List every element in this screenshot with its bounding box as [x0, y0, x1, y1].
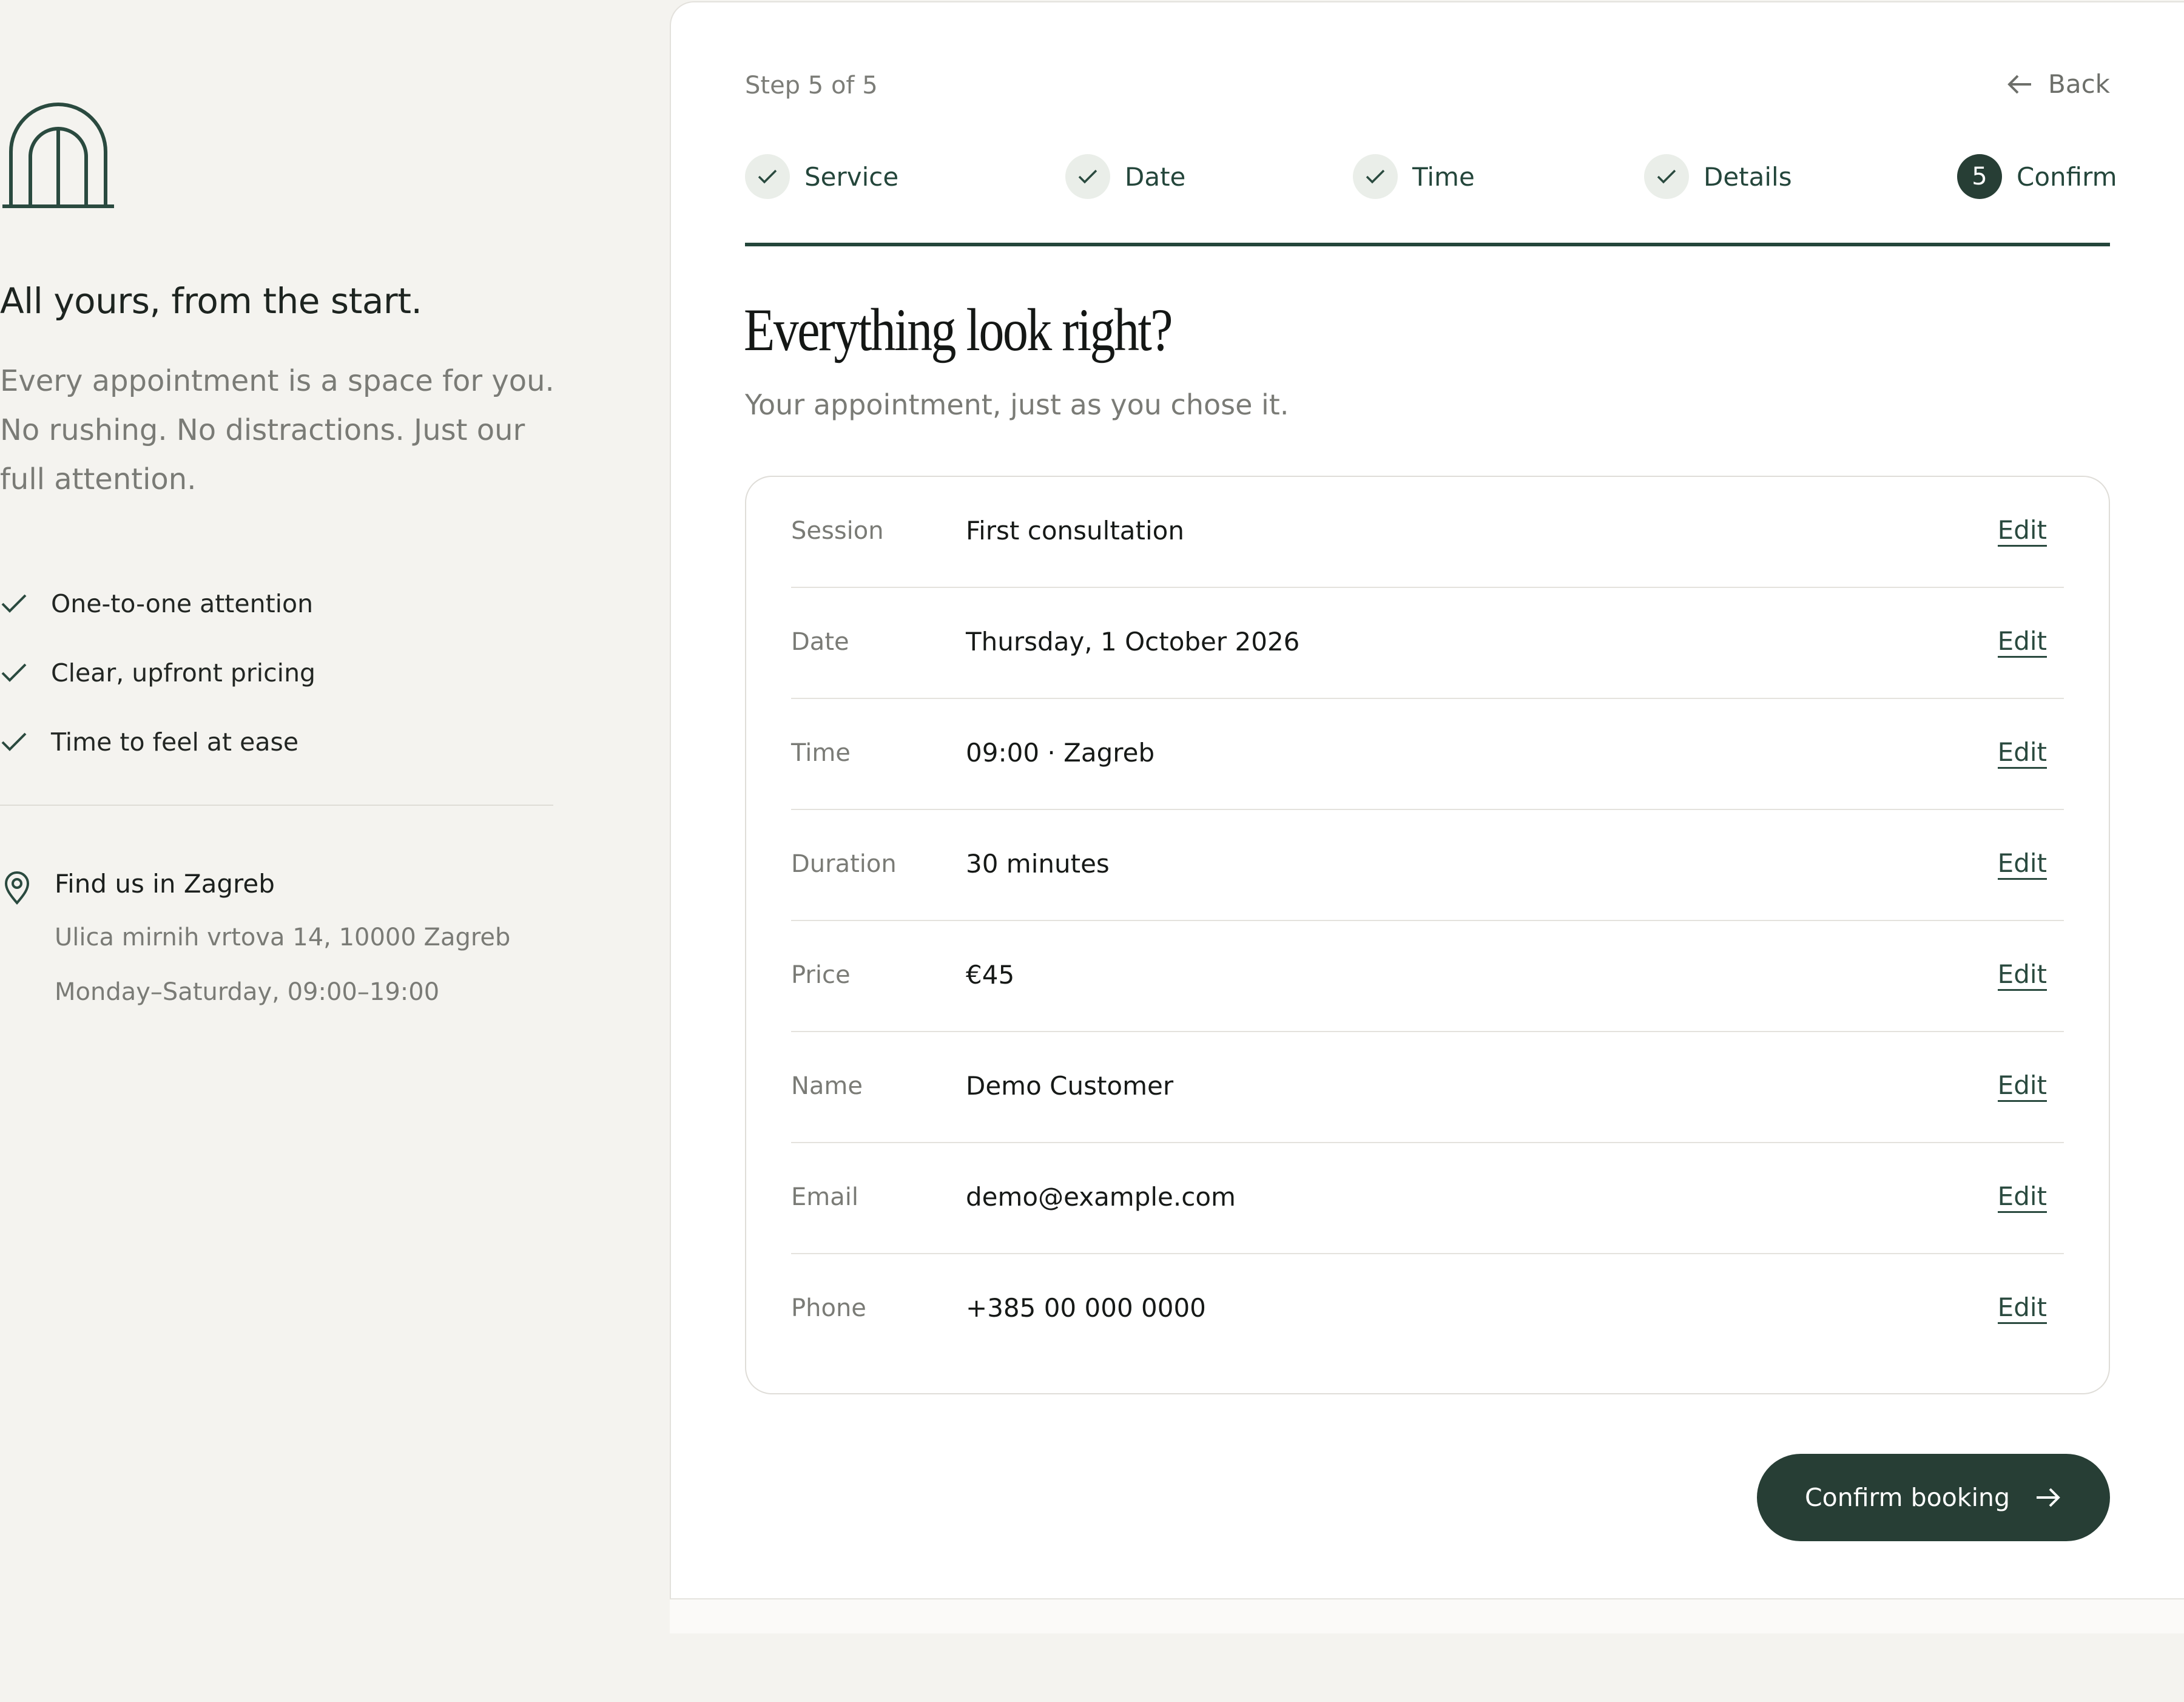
feature-label: Time to feel at ease [51, 728, 299, 757]
confirm-booking-label: Confirm booking [1805, 1483, 2010, 1512]
check-icon [1065, 154, 1110, 199]
summary-row-duration: Duration 30 minutes Edit [791, 810, 2064, 921]
edit-time-link[interactable]: Edit [1997, 738, 2047, 769]
summary-key: Date [791, 628, 849, 656]
check-icon [1, 663, 27, 682]
feature-item: One-to-one attention [0, 569, 315, 638]
check-icon [1353, 154, 1398, 199]
edit-phone-link[interactable]: Edit [1997, 1293, 2047, 1324]
intro-text: Every appointment is a space for you. No… [0, 364, 554, 496]
step-details[interactable]: Details [1644, 154, 1792, 199]
arrow-left-icon [2007, 75, 2032, 93]
summary-value: €45 [966, 960, 1015, 990]
summary-key: Time [791, 739, 851, 767]
step-confirm: 5 Confirm [1957, 154, 2117, 199]
summary-row-session: Session First consultation Edit [791, 477, 2064, 588]
step-label: Details [1704, 161, 1792, 192]
step-label: Confirm [2017, 161, 2117, 192]
feature-item: Time to feel at ease [0, 707, 315, 777]
back-label: Back [2048, 69, 2110, 99]
check-icon [1, 594, 27, 613]
step-number-badge: 5 [1957, 154, 2002, 199]
card-footer [670, 1598, 2184, 1633]
divider [0, 805, 553, 806]
edit-date-link[interactable]: Edit [1997, 627, 2047, 658]
summary-value: 09:00 · Zagreb [966, 738, 1155, 768]
page-title: Everything look right? [744, 296, 1173, 363]
summary-key: Price [791, 961, 851, 989]
step-label: Time [1412, 161, 1475, 192]
check-icon [1644, 154, 1689, 199]
confirm-booking-button[interactable]: Confirm booking [1757, 1454, 2110, 1541]
summary-row-time: Time 09:00 · Zagreb Edit [791, 699, 2064, 810]
step-counter: Step 5 of 5 [745, 72, 878, 100]
summary-key: Email [791, 1183, 858, 1211]
progress-bar [745, 243, 2110, 246]
summary-row-phone: Phone +385 00 000 0000 Edit [791, 1254, 2064, 1365]
summary-value: Thursday, 1 October 2026 [966, 627, 1300, 657]
edit-name-link[interactable]: Edit [1997, 1071, 2047, 1102]
feature-item: Clear, upfront pricing [0, 638, 315, 707]
edit-price-link[interactable]: Edit [1997, 960, 2047, 991]
summary-value: 30 minutes [966, 849, 1110, 879]
left-panel: All yours, from the start. Every appoint… [0, 0, 607, 1702]
summary-row-date: Date Thursday, 1 October 2026 Edit [791, 588, 2064, 699]
summary-key: Duration [791, 850, 897, 878]
feature-list: One-to-one attention Clear, upfront pric… [0, 569, 315, 777]
summary-value: Demo Customer [966, 1071, 1174, 1101]
tagline: All yours, from the start. [0, 280, 422, 322]
check-icon [1, 732, 27, 751]
page-subtitle: Your appointment, just as you chose it. [745, 388, 1289, 421]
location-title: Find us in Zagreb [55, 869, 275, 899]
progress-stepper: Service Date Time Details 5 Confirm [745, 154, 2117, 203]
summary-row-name: Name Demo Customer Edit [791, 1032, 2064, 1143]
summary-value: First consultation [966, 516, 1184, 545]
edit-duration-link[interactable]: Edit [1997, 849, 2047, 880]
step-date[interactable]: Date [1065, 154, 1185, 199]
check-icon [745, 154, 790, 199]
step-service[interactable]: Service [745, 154, 898, 199]
summary-value: demo@example.com [966, 1182, 1236, 1212]
back-button[interactable]: Back [2007, 69, 2110, 99]
summary-key: Phone [791, 1294, 866, 1322]
summary-row-price: Price €45 Edit [791, 921, 2064, 1032]
summary-row-email: Email demo@example.com Edit [791, 1143, 2064, 1254]
map-pin-icon [4, 871, 30, 905]
location-address: Ulica mirnih vrtova 14, 10000 Zagreb [55, 924, 511, 951]
edit-email-link[interactable]: Edit [1997, 1182, 2047, 1213]
arch-icon [2, 103, 114, 208]
opening-hours: Monday–Saturday, 09:00–19:00 [55, 978, 440, 1006]
feature-label: Clear, upfront pricing [51, 658, 316, 687]
step-label: Date [1125, 161, 1186, 192]
booking-summary: Session First consultation Edit Date Thu… [745, 476, 2110, 1394]
summary-value: +385 00 000 0000 [966, 1293, 1206, 1323]
step-time[interactable]: Time [1353, 154, 1475, 199]
arrow-right-icon [2036, 1488, 2060, 1507]
summary-key: Name [791, 1072, 863, 1100]
feature-label: One-to-one attention [51, 589, 314, 618]
edit-session-link[interactable]: Edit [1997, 516, 2047, 547]
summary-key: Session [791, 517, 884, 545]
step-label: Service [804, 161, 899, 192]
